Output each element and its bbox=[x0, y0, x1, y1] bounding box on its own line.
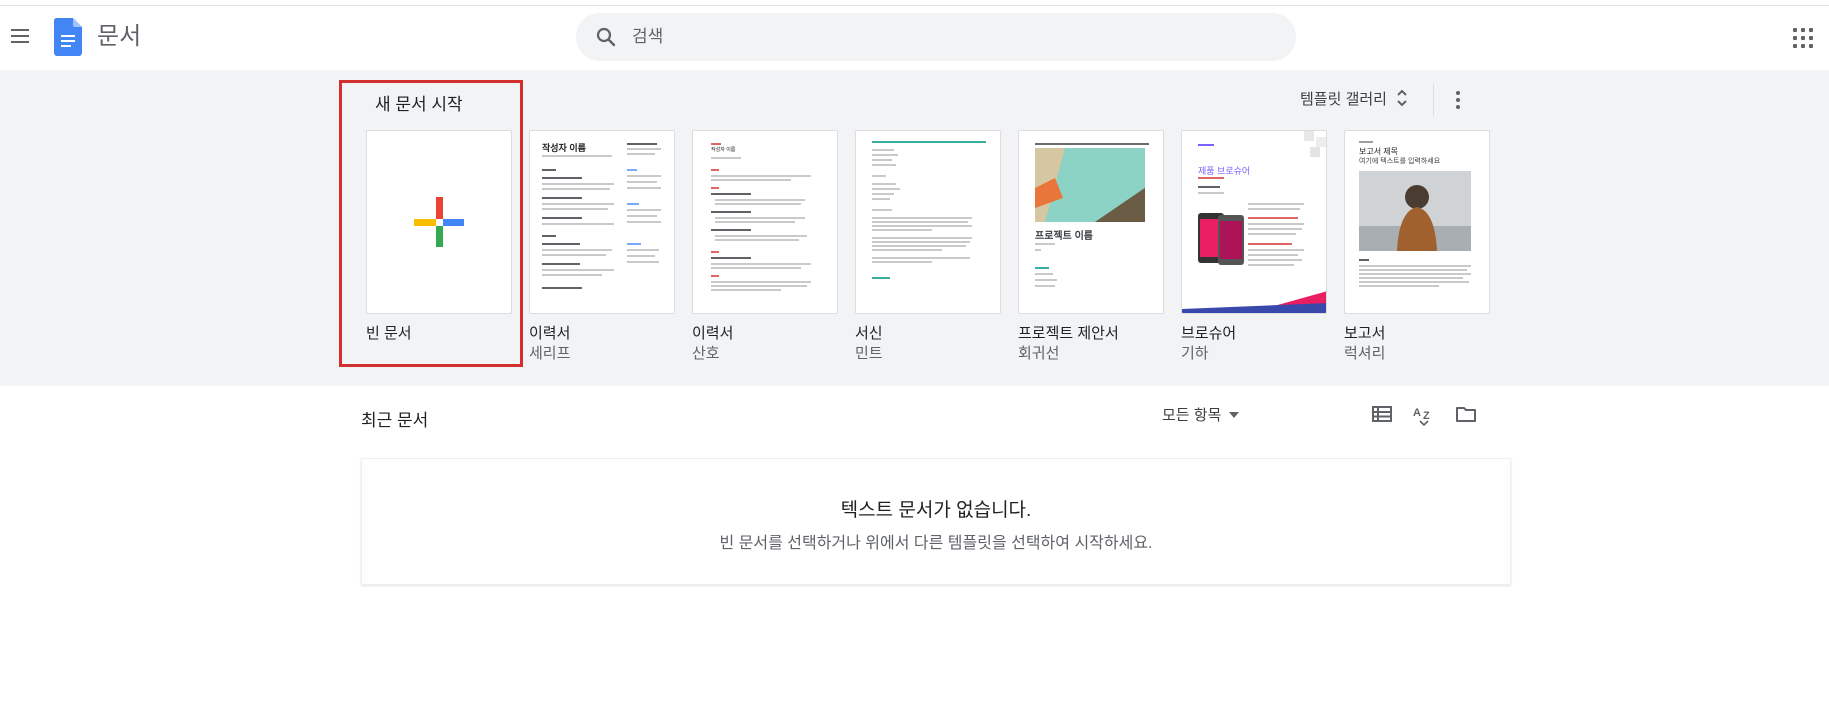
empty-state-description: 빈 문서를 선택하거나 위에서 다른 템플릿을 선택하여 시작하세요. bbox=[719, 535, 1153, 552]
google-apps-button[interactable] bbox=[1791, 26, 1815, 50]
thumbnail-footer-shapes bbox=[1182, 291, 1326, 313]
template-gallery-button[interactable]: 템플릿 갤러리 bbox=[1300, 86, 1409, 110]
app-header: 문서 bbox=[0, 6, 1829, 70]
template-resume-serif[interactable]: 작성자 이름 이력서 세리프 bbox=[529, 130, 675, 364]
section-title: 새 문서 시작 bbox=[375, 95, 463, 114]
template-subtitle: 럭셔리 bbox=[1344, 345, 1386, 362]
template-letter-mint[interactable]: 서신 민트 bbox=[855, 130, 1001, 364]
thumbnail-subheading: 여기에 텍스트를 입력하세요 bbox=[1359, 158, 1441, 165]
template-blank-document[interactable]: 빈 문서 bbox=[366, 130, 512, 344]
template-title: 브로슈어 bbox=[1181, 325, 1237, 342]
more-vert-icon bbox=[1456, 91, 1460, 95]
template-subtitle: 기하 bbox=[1181, 345, 1209, 362]
template-report-luxury[interactable]: 보고서 제목 여기에 텍스트를 입력하세요 보고서 럭셔리 bbox=[1344, 130, 1490, 364]
search-icon[interactable] bbox=[594, 25, 618, 49]
thumbnail-heading: 제품 브로슈어 bbox=[1198, 166, 1251, 176]
hamburger-menu-icon bbox=[11, 29, 29, 31]
thumbnail-geometric-image bbox=[1035, 148, 1145, 222]
folder-icon[interactable] bbox=[1454, 402, 1478, 426]
template-thumbnail[interactable] bbox=[855, 130, 1001, 314]
sort-az-icon[interactable]: A Z bbox=[1412, 402, 1436, 426]
template-thumbnail[interactable]: 제품 브로슈어 bbox=[1181, 130, 1327, 314]
template-gallery-label: 템플릿 갤러리 bbox=[1300, 90, 1387, 108]
template-subtitle: 민트 bbox=[855, 345, 883, 362]
search-input[interactable] bbox=[632, 23, 1272, 51]
empty-state-card: 텍스트 문서가 없습니다. 빈 문서를 선택하거나 위에서 다른 템플릿을 선택… bbox=[361, 458, 1511, 585]
thumbnail-pattern bbox=[1304, 131, 1326, 157]
list-view-icon[interactable] bbox=[1370, 402, 1394, 426]
menu-bar-middle bbox=[11, 35, 29, 37]
empty-state-title: 텍스트 문서가 없습니다. bbox=[840, 500, 1032, 521]
thumbnail-heading: 작성자 이름 bbox=[711, 147, 736, 153]
template-title: 이력서 bbox=[692, 325, 734, 342]
more-dot bbox=[1456, 105, 1460, 109]
thumbnail-heading: 프로젝트 이름 bbox=[1035, 231, 1093, 242]
thumbnail-accent bbox=[872, 141, 986, 143]
recent-documents-title: 최근 문서 bbox=[361, 411, 429, 430]
template-thumbnail[interactable]: 보고서 제목 여기에 텍스트를 입력하세요 bbox=[1344, 130, 1490, 314]
template-thumbnail[interactable] bbox=[366, 130, 512, 314]
svg-text:Z: Z bbox=[1423, 410, 1430, 422]
menu-bar-bottom bbox=[11, 41, 29, 43]
template-resume-coral[interactable]: 작성자 이름 이력서 산호 bbox=[692, 130, 838, 364]
owner-filter-dropdown[interactable]: 모든 항목 bbox=[1162, 404, 1240, 425]
thumbnail-person-photo bbox=[1359, 171, 1471, 251]
template-thumbnail[interactable]: 프로젝트 이름 bbox=[1018, 130, 1164, 314]
app-title[interactable]: 문서 bbox=[97, 23, 141, 51]
template-title: 보고서 bbox=[1344, 325, 1386, 342]
thumbnail-phone-image bbox=[1198, 213, 1244, 265]
template-subtitle: 세리프 bbox=[529, 345, 571, 362]
main-menu-button[interactable] bbox=[8, 24, 32, 48]
template-title: 프로젝트 제안서 bbox=[1018, 325, 1119, 342]
template-subtitle: 회귀선 bbox=[1018, 345, 1060, 362]
template-subtitle: 산호 bbox=[692, 345, 720, 362]
plus-multicolor-icon bbox=[414, 197, 464, 247]
owner-filter-label: 모든 항목 bbox=[1162, 407, 1222, 424]
template-thumbnail[interactable]: 작성자 이름 bbox=[529, 130, 675, 314]
more-options-button[interactable] bbox=[1448, 88, 1468, 112]
svg-text:A: A bbox=[1413, 407, 1421, 419]
template-project-proposal[interactable]: 프로젝트 이름 프로젝트 제안서 회귀선 bbox=[1018, 130, 1164, 364]
divider bbox=[1433, 84, 1434, 116]
more-dot bbox=[1456, 98, 1460, 102]
template-section: 새 문서 시작 템플릿 갤러리 빈 문서 작성자 이름 이력서 세리프 작성자 … bbox=[0, 70, 1829, 386]
template-title: 이력서 bbox=[529, 325, 571, 342]
template-thumbnail[interactable]: 작성자 이름 bbox=[692, 130, 838, 314]
unfold-more-icon bbox=[1397, 89, 1407, 107]
dropdown-caret-icon bbox=[1229, 411, 1240, 418]
template-title: 빈 문서 bbox=[366, 325, 412, 342]
thumbnail-heading: 작성자 이름 bbox=[542, 143, 586, 153]
docs-logo-icon[interactable] bbox=[54, 18, 82, 56]
template-brochure-geometric[interactable]: 제품 브로슈어 브로슈어 기하 bbox=[1181, 130, 1327, 364]
search-box[interactable] bbox=[576, 13, 1296, 61]
template-title: 서신 bbox=[855, 325, 883, 342]
